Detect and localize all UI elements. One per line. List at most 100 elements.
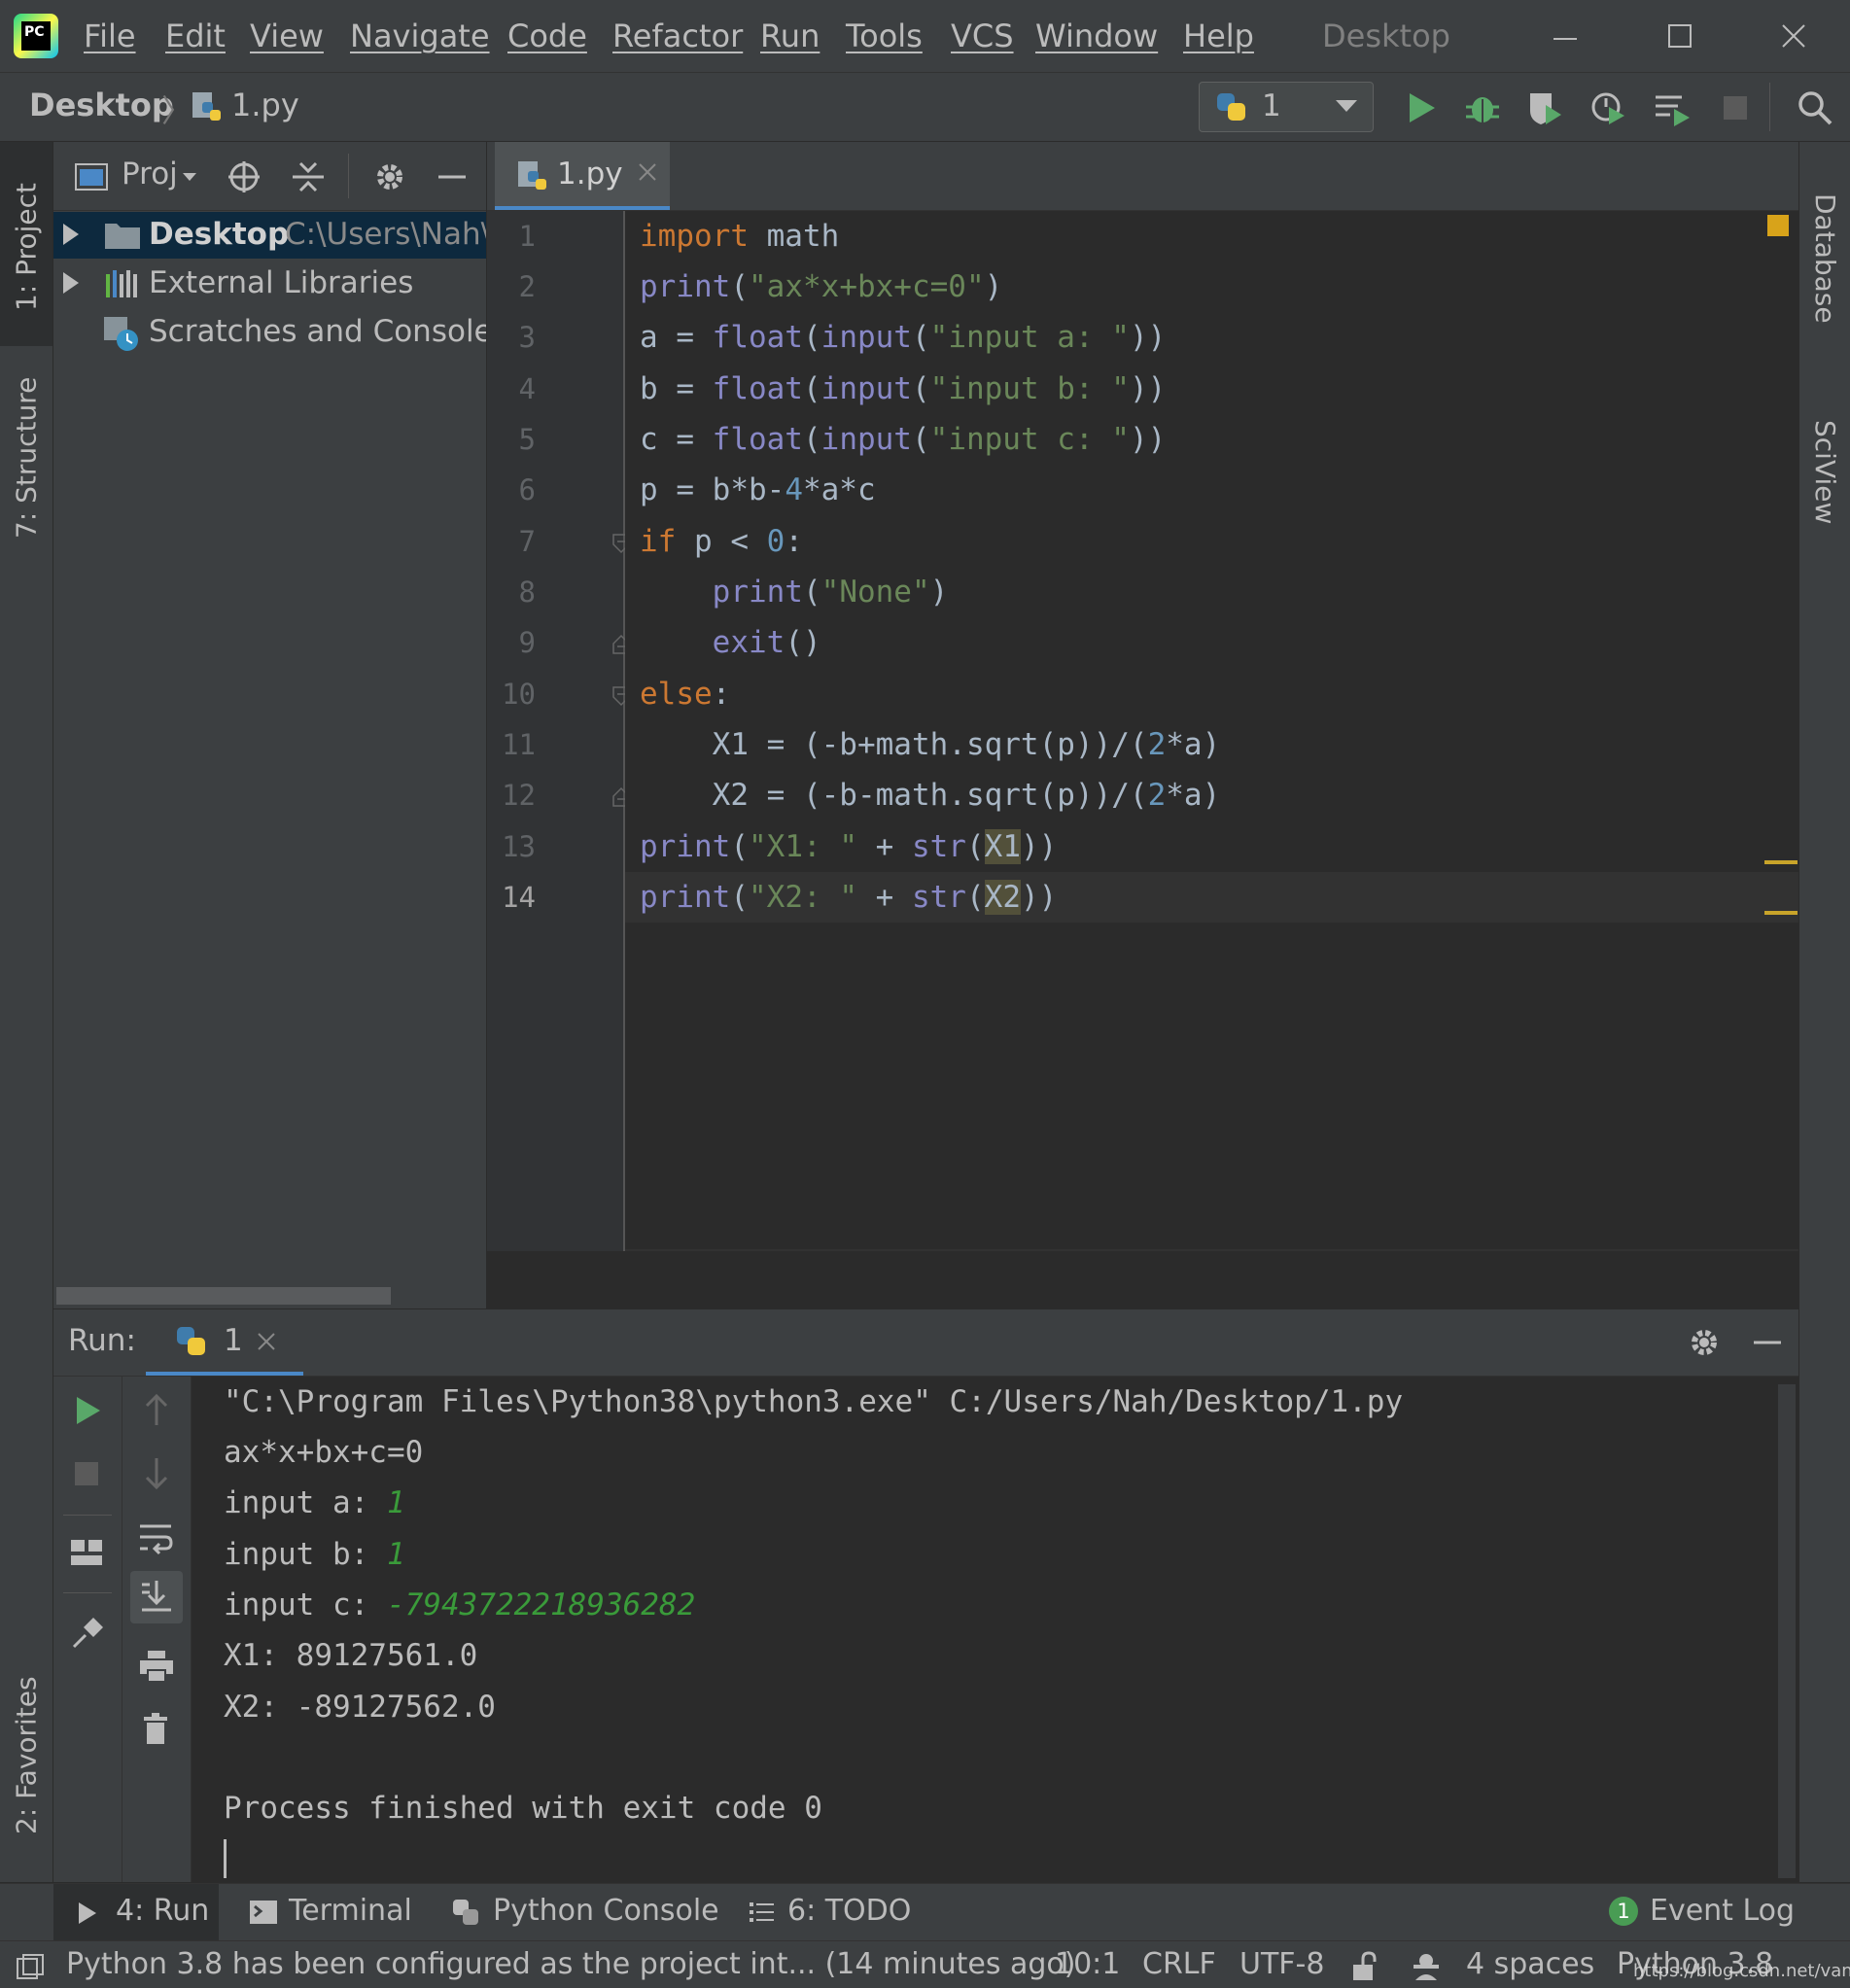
stop-icon [75, 1462, 98, 1485]
profiler-icon [1591, 92, 1624, 124]
python-icon [1215, 91, 1248, 122]
close-window-button[interactable] [1764, 10, 1823, 64]
console-prompt: input c: [224, 1587, 387, 1622]
tool-tab-structure[interactable]: 7: Structure [0, 366, 52, 550]
menu-code[interactable]: Code [507, 17, 587, 54]
concurrency-button[interactable] [1651, 87, 1693, 129]
search-everywhere-button[interactable] [1794, 87, 1836, 129]
console-line: ax*x+bx+c=0 [224, 1435, 424, 1470]
tool-tab-sciview[interactable]: SciView [1799, 375, 1850, 570]
breadcrumb-file[interactable]: 1.py [231, 87, 299, 123]
menu-navigate[interactable]: Navigate [350, 17, 490, 54]
close-run-tab-button[interactable] [256, 1331, 277, 1352]
inspector-icon[interactable] [1410, 1949, 1443, 1982]
horizontal-scrollbar[interactable] [56, 1287, 391, 1305]
scroll-down-button[interactable] [140, 1456, 173, 1491]
line-number: 4 [518, 372, 536, 405]
print-button[interactable] [138, 1649, 175, 1684]
tool-tab-favorites[interactable]: 2: Favorites [0, 1658, 52, 1853]
minimize-icon [1553, 38, 1577, 40]
console-prompt: input a: [224, 1485, 387, 1520]
menu-tools[interactable]: Tools [846, 17, 923, 54]
code-editor[interactable]: import math print("ax*x+bx+c=0") a = flo… [625, 211, 1798, 1251]
minimize-button[interactable] [1536, 10, 1594, 64]
run-configuration-dropdown[interactable]: 1 [1199, 82, 1374, 132]
tool-tab-event-log[interactable]: Event Log [1650, 1894, 1795, 1928]
status-message[interactable]: Python 3.8 has been configured as the pr… [66, 1947, 1075, 1981]
run-with-coverage-button[interactable] [1523, 87, 1566, 129]
expand-arrow-icon[interactable] [61, 272, 81, 294]
locate-file-button[interactable] [227, 159, 262, 194]
tool-tab-run[interactable]: 4: Run [53, 1884, 219, 1940]
soft-wrap-button[interactable] [138, 1520, 175, 1555]
profile-button[interactable] [1587, 87, 1629, 129]
python-console-icon [451, 1898, 482, 1927]
tool-tab-project[interactable]: 1: Project [0, 159, 52, 334]
warning-stripe[interactable] [1764, 911, 1798, 915]
run-console[interactable]: "C:\Program Files\Python38\python3.exe" … [192, 1377, 1798, 1882]
file-encoding[interactable]: UTF-8 [1239, 1947, 1324, 1981]
console-scrollbar[interactable] [1778, 1384, 1796, 1878]
stop-button[interactable] [1714, 87, 1757, 129]
debug-button[interactable] [1461, 87, 1504, 129]
line-number: 8 [518, 575, 536, 609]
close-tab-button[interactable] [637, 161, 658, 183]
menu-vcs[interactable]: VCS [951, 17, 1014, 54]
toggle-tool-windows-icon[interactable] [16, 1953, 45, 1980]
left-tool-strip: 1: Project 7: Structure 2: Favorites [0, 142, 53, 1882]
menu-help[interactable]: Help [1183, 17, 1254, 54]
warning-stripe[interactable] [1764, 860, 1798, 864]
run-settings-button[interactable] [1687, 1325, 1722, 1360]
indent-setting[interactable]: 4 spaces [1466, 1947, 1594, 1981]
run-configuration-label: 1 [1262, 88, 1281, 123]
tool-tab-terminal[interactable]: Terminal [289, 1894, 412, 1928]
layout-icon [71, 1540, 102, 1565]
clear-all-button[interactable] [140, 1711, 171, 1746]
tool-tab-todo[interactable]: 6: TODO [787, 1894, 911, 1928]
tree-item-scratches[interactable]: Scratches and Consoles [53, 309, 486, 356]
maximize-button[interactable] [1651, 10, 1709, 64]
run-tab-1[interactable]: 1 [146, 1309, 303, 1376]
scroll-to-end-icon [142, 1581, 171, 1612]
menu-view[interactable]: View [250, 17, 324, 54]
console-line: X1: 89127561.0 [224, 1638, 478, 1673]
unlock-icon[interactable] [1351, 1951, 1379, 1982]
tool-window-tabs: 4: Run Terminal Python Console 6: TODO 1… [0, 1883, 1850, 1940]
menu-refactor[interactable]: Refactor [612, 17, 743, 54]
menu-run[interactable]: Run [760, 17, 820, 54]
code-line: p = b*b-4*a*c [640, 472, 876, 507]
scroll-to-end-button[interactable] [130, 1571, 183, 1623]
warning-indicator-icon[interactable] [1767, 215, 1789, 236]
expand-arrow-icon[interactable] [61, 224, 81, 245]
run-panel-label: Run: [68, 1323, 136, 1358]
project-settings-button[interactable] [372, 159, 407, 194]
wrap-icon [140, 1524, 173, 1555]
hide-panel-button[interactable] [435, 159, 470, 194]
breadcrumb-project[interactable]: Desktop [29, 87, 174, 123]
run-tab-label: 1 [224, 1323, 243, 1358]
menu-window[interactable]: Window [1035, 17, 1158, 54]
tool-tab-python-console[interactable]: Python Console [493, 1894, 719, 1928]
line-number: 7 [518, 525, 536, 558]
editor-tab-1py[interactable]: 1.py [495, 142, 670, 210]
console-line: input c: -7943722218936282 [224, 1580, 695, 1630]
hide-run-panel-button[interactable] [1750, 1325, 1785, 1360]
tool-tab-database[interactable]: Database [1799, 161, 1850, 356]
line-separator[interactable]: CRLF [1142, 1947, 1216, 1981]
restore-layout-button[interactable] [69, 1538, 104, 1567]
stop-icon [1724, 96, 1747, 120]
project-view-selector[interactable]: Proj [122, 157, 178, 192]
window-title: Desktop [1322, 17, 1450, 54]
tree-item-external-libraries[interactable]: External Libraries [53, 261, 486, 307]
collapse-all-button[interactable] [291, 159, 326, 194]
run-toolbar-secondary [122, 1377, 192, 1882]
scroll-up-button[interactable] [140, 1392, 173, 1427]
menu-edit[interactable]: Edit [165, 17, 226, 54]
rerun-button[interactable] [71, 1394, 104, 1427]
caret-position[interactable]: 10:1 [1055, 1947, 1120, 1981]
run-button[interactable] [1400, 87, 1443, 129]
menu-file[interactable]: File [84, 17, 136, 54]
tree-item-desktop[interactable]: Desktop C:\Users\Nah\D [53, 212, 486, 259]
stop-button[interactable] [71, 1458, 102, 1489]
pin-tab-button[interactable] [70, 1616, 105, 1651]
